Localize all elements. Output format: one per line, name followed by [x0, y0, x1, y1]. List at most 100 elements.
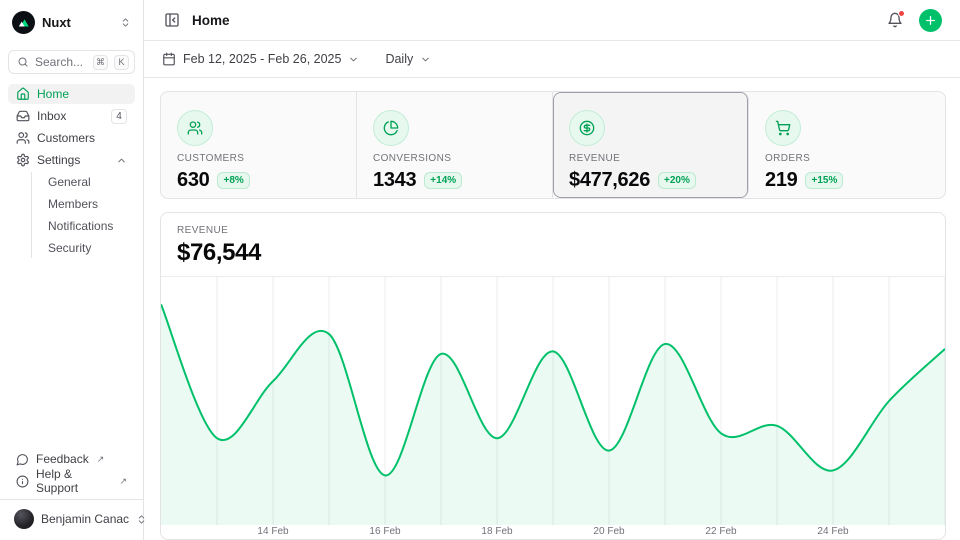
pie-chart-icon — [373, 110, 409, 146]
stat-label: ORDERS — [765, 153, 929, 164]
stat-value: 219 — [765, 169, 797, 192]
info-icon — [16, 475, 29, 488]
stat-value: 1343 — [373, 169, 416, 192]
house-icon — [16, 87, 30, 101]
notification-dot — [898, 10, 905, 17]
add-button[interactable] — [919, 9, 942, 32]
sidebar-item-settings[interactable]: Settings — [8, 150, 135, 170]
users-icon — [16, 131, 30, 145]
user-menu[interactable]: Benjamin Canac — [8, 506, 135, 532]
external-link-icon: ↗ — [119, 476, 127, 487]
stat-delta-badge: +15% — [805, 172, 843, 189]
message-circle-icon — [16, 453, 29, 466]
stat-label: CONVERSIONS — [373, 153, 536, 164]
stat-card-conversions[interactable]: CONVERSIONS 1343 +14% — [357, 92, 553, 198]
nuxt-logo-icon — [12, 11, 35, 34]
kbd-cmd: ⌘ — [93, 55, 108, 70]
feedback-link[interactable]: Feedback ↗ — [8, 449, 135, 469]
help-support-label: Help & Support — [36, 467, 111, 495]
sidebar-item-label: Members — [48, 197, 98, 211]
sidebar-item-general[interactable]: General — [44, 172, 135, 192]
sidebar-item-label: Home — [37, 87, 127, 101]
sidebar-item-label: Settings — [37, 153, 109, 167]
x-tick-label: 16 Feb — [369, 526, 400, 537]
stat-value: 630 — [177, 169, 209, 192]
sidebar-item-security[interactable]: Security — [44, 238, 135, 258]
page-header: Home — [144, 0, 960, 41]
chart-header: REVENUE $76,544 — [161, 213, 945, 277]
sidebar-item-inbox[interactable]: Inbox 4 — [8, 106, 135, 126]
stat-label: CUSTOMERS — [177, 153, 340, 164]
workspace-name: Nuxt — [42, 15, 113, 30]
period-select[interactable]: Daily — [385, 52, 431, 66]
x-tick-label: 18 Feb — [481, 526, 512, 537]
sidebar-item-members[interactable]: Members — [44, 194, 135, 214]
users-icon — [177, 110, 213, 146]
filters-toolbar: Feb 12, 2025 - Feb 26, 2025 Daily — [144, 41, 960, 78]
workspace-switcher[interactable]: Nuxt — [8, 8, 135, 36]
revenue-chart-card: REVENUE $76,544 14 Feb 16 Feb 18 Feb 20 Feb… — [160, 212, 946, 540]
panel-left-close-icon — [164, 12, 180, 28]
x-tick-label: 22 Feb — [705, 526, 736, 537]
chart-metric-value: $76,544 — [177, 239, 929, 267]
sidebar-item-customers[interactable]: Customers — [8, 128, 135, 148]
sidebar-item-home[interactable]: Home — [8, 84, 135, 104]
stat-delta-badge: +14% — [424, 172, 462, 189]
sidebar-item-label: Security — [48, 241, 91, 255]
page-title: Home — [192, 13, 875, 28]
sidebar-item-label: Inbox — [37, 109, 104, 123]
plus-icon — [924, 14, 937, 27]
stat-card-revenue[interactable]: REVENUE $477,626 +20% — [553, 92, 749, 198]
user-name: Benjamin Canac — [41, 512, 129, 526]
date-range-picker[interactable]: Feb 12, 2025 - Feb 26, 2025 — [162, 52, 359, 66]
chevron-up-icon — [116, 155, 127, 166]
app-root: Nuxt ⌘ K Home Inbo — [0, 0, 960, 540]
gear-icon — [16, 153, 30, 167]
stat-value: $477,626 — [569, 169, 650, 192]
stat-delta-badge: +8% — [217, 172, 249, 189]
avatar — [14, 509, 34, 529]
notifications-button[interactable] — [885, 10, 905, 30]
stat-label: REVENUE — [569, 153, 732, 164]
inbox-count-badge: 4 — [111, 109, 127, 124]
search-icon — [17, 56, 29, 68]
circle-dollar-icon — [569, 110, 605, 146]
dashboard-content: CUSTOMERS 630 +8% CONVERSIONS 1343 +14% — [144, 78, 960, 540]
chart-metric-label: REVENUE — [177, 225, 929, 236]
x-tick-label: 14 Feb — [257, 526, 288, 537]
kbd-k: K — [114, 55, 129, 70]
revenue-chart-plot[interactable] — [161, 277, 945, 525]
stat-card-customers[interactable]: CUSTOMERS 630 +8% — [161, 92, 357, 198]
sidebar-item-label: Customers — [37, 131, 127, 145]
main-area: Home Feb 12, 2025 - Feb 26, 2025 Daily — [144, 0, 960, 540]
cart-icon — [765, 110, 801, 146]
calendar-icon — [162, 52, 176, 66]
sidebar-collapse-button[interactable] — [162, 10, 182, 30]
stats-cards: CUSTOMERS 630 +8% CONVERSIONS 1343 +14% — [160, 91, 946, 199]
sidebar-item-label: Notifications — [48, 219, 113, 233]
chevron-down-icon — [420, 54, 431, 65]
period-label: Daily — [385, 52, 413, 66]
sidebar-footer: Feedback ↗ Help & Support ↗ Benjamin Can… — [8, 449, 135, 532]
x-axis: 14 Feb 16 Feb 18 Feb 20 Feb 22 Feb 24 Feb — [161, 525, 945, 538]
help-support-link[interactable]: Help & Support ↗ — [8, 471, 135, 491]
chevrons-up-down-icon — [120, 17, 131, 28]
stat-delta-badge: +20% — [658, 172, 696, 189]
external-link-icon: ↗ — [97, 454, 105, 465]
chevron-down-icon — [348, 54, 359, 65]
sidebar-item-notifications[interactable]: Notifications — [44, 216, 135, 236]
date-range-label: Feb 12, 2025 - Feb 26, 2025 — [183, 52, 341, 66]
area-chart — [161, 277, 945, 525]
sidebar-divider — [0, 499, 143, 500]
stat-card-orders[interactable]: ORDERS 219 +15% — [749, 92, 945, 198]
search-bar[interactable]: ⌘ K — [8, 50, 135, 74]
search-input[interactable] — [35, 55, 87, 69]
sidebar: Nuxt ⌘ K Home Inbo — [0, 0, 144, 540]
feedback-label: Feedback — [36, 452, 89, 466]
x-tick-label: 20 Feb — [593, 526, 624, 537]
inbox-icon — [16, 109, 30, 123]
sidebar-item-label: General — [48, 175, 91, 189]
sidebar-nav: Home Inbox 4 Customers Settings — [8, 84, 135, 449]
settings-subnav: General Members Notifications Security — [31, 172, 135, 258]
x-tick-label: 24 Feb — [817, 526, 848, 537]
